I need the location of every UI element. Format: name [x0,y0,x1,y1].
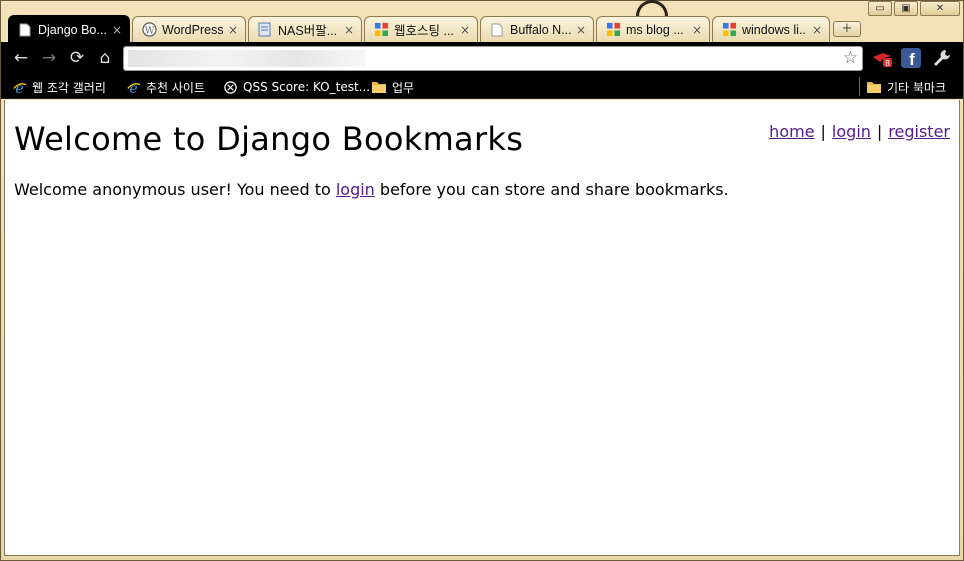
tab-windows-live[interactable]: windows li... × [712,16,830,42]
wrench-icon[interactable] [931,47,953,69]
ie-icon: e [125,79,141,95]
forward-button[interactable]: → [39,48,59,68]
google-icon [721,22,737,38]
home-link[interactable]: home [769,122,814,141]
extension-bird-icon[interactable]: 8 [871,47,893,69]
facebook-icon[interactable]: f [900,47,922,69]
welcome-message: Welcome anonymous user! You need to logi… [14,180,729,199]
nav-separator: | [820,122,826,141]
qss-icon [222,79,238,95]
tab-nas[interactable]: NAS버팔... × [248,16,362,42]
svg-text:f: f [909,50,915,69]
new-tab-button[interactable]: + [833,21,861,37]
other-bookmarks-folder[interactable]: 기타 북마크 [866,78,946,96]
welcome-text: Welcome anonymous user! You need to [14,180,336,199]
tab-label: 웹호스팅 ... [394,24,454,38]
tab-label: Buffalo N... [510,22,571,37]
bookmark-web-gallery[interactable]: e 웹 조각 갤러리 [11,78,106,96]
tab-close-icon[interactable]: × [811,23,823,37]
back-button[interactable]: ← [11,48,31,68]
bookmark-star-icon[interactable]: ☆ [843,48,858,68]
page-content: Welcome to Django Bookmarks home | login | r… [4,100,960,556]
tab-ms-blog[interactable]: ms blog ... × [596,16,710,42]
tab-close-icon[interactable]: × [227,23,239,37]
bookmark-label: 웹 조각 갤러리 [32,80,106,95]
tab-close-icon[interactable]: × [575,23,587,37]
tab-label: Django Bo... [38,22,107,37]
page-title: Welcome to Django Bookmarks [14,120,524,158]
google-icon [605,22,621,38]
bookmarks-separator [859,77,860,96]
welcome-login-link[interactable]: login [336,180,375,199]
page-icon [489,22,505,38]
extension-badge: 8 [885,59,890,68]
tab-django-bookmarks[interactable]: Django Bo... × [8,15,130,43]
bookmark-qss-score[interactable]: QSS Score: KO_test... [222,78,370,96]
svg-text:W: W [144,25,154,36]
address-bar[interactable]: ☆ [123,46,863,71]
folder-icon [866,79,882,95]
bookmark-label: QSS Score: KO_test... [243,80,371,94]
tab-label: WordPress... [162,22,223,37]
home-button[interactable]: ⌂ [95,48,115,68]
page-icon [17,22,33,38]
bookmark-label: 업무 [392,80,415,95]
bookmark-recommended-sites[interactable]: e 추천 사이트 [125,78,205,96]
document-icon [257,22,273,38]
welcome-text: before you can store and share bookmarks… [374,180,729,199]
tab-close-icon[interactable]: × [343,23,355,37]
tab-label: NAS버팔... [278,24,338,38]
tab-buffalo[interactable]: Buffalo N... × [480,16,594,42]
reload-button[interactable]: ⟳ [67,48,87,68]
browser-toolbar: ← → ⟳ ⌂ ☆ 8 f [1,42,963,74]
bookmark-folder-work[interactable]: 업무 [371,78,414,96]
login-link[interactable]: login [832,122,871,141]
tab-label: windows li... [742,22,807,37]
bookmarks-bar: e 웹 조각 갤러리 e 추천 사이트 QSS Score: KO_test..… [1,74,963,99]
tab-wordpress[interactable]: W WordPress... × [132,16,246,42]
folder-icon [371,79,387,95]
wordpress-icon: W [141,22,157,38]
tab-web-hosting[interactable]: 웹호스팅 ... × [364,16,478,42]
tab-close-icon[interactable]: × [459,23,471,37]
bookmark-label: 추천 사이트 [146,80,206,95]
nav-separator: | [876,122,883,141]
ie-icon: e [11,79,27,95]
address-input[interactable] [126,49,826,68]
google-icon [373,22,389,38]
tab-close-icon[interactable]: × [111,23,123,37]
bookmark-label: 기타 북마크 [887,80,947,95]
top-navigation: home | login | register [769,122,950,141]
tab-label: ms blog ... [626,22,684,37]
tab-strip: Django Bo... × W WordPress... × NAS버팔...… [0,14,964,43]
register-link[interactable]: register [888,122,950,141]
tab-close-icon[interactable]: × [691,23,703,37]
